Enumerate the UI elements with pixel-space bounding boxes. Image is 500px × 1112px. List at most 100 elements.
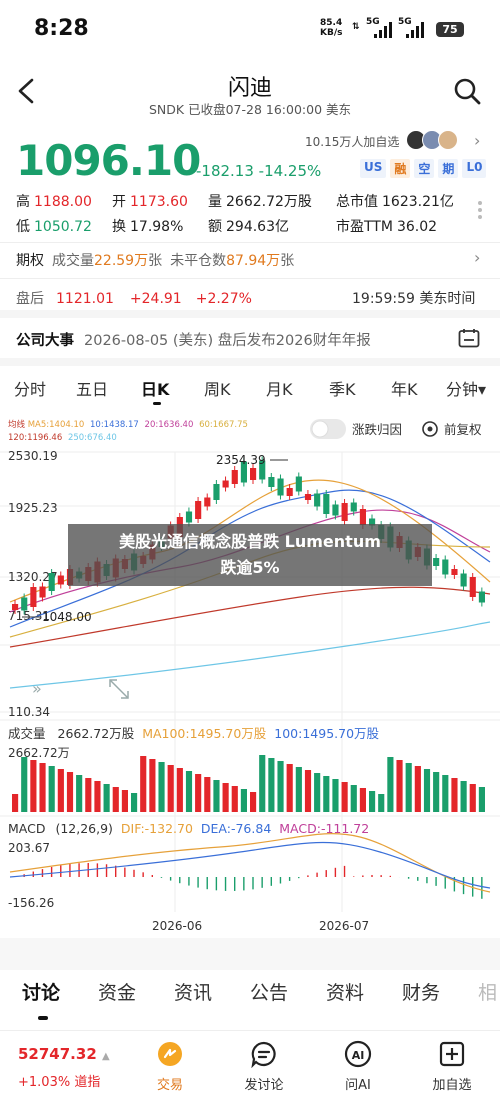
stat-pe: 市盈TTM 36.02	[336, 219, 438, 235]
stat-high: 高 1188.00	[16, 194, 92, 210]
ma60-label: 60:1667.75	[199, 420, 248, 430]
volume-bar	[460, 781, 467, 812]
company-event[interactable]: 公司大事 2026-08-05 (美东) 盘后发布2026财年年报	[16, 329, 371, 350]
stat-volume: 量 2662.72万股	[208, 194, 312, 210]
chevron-right-icon[interactable]: ›	[474, 131, 480, 150]
stat-open: 开 1173.60	[112, 194, 188, 210]
dow-index-value[interactable]: 52747.32 ▲	[18, 1045, 110, 1063]
stat-amount: 额 294.63亿	[208, 219, 289, 235]
volume-bar	[350, 785, 357, 812]
volume-bar	[30, 760, 37, 812]
volume-bar	[469, 784, 476, 812]
volume-bar	[323, 776, 330, 812]
tab-weekly-k[interactable]: 周K	[204, 376, 231, 400]
tab-monthly-k[interactable]: 月K	[266, 376, 293, 400]
stat-low: 低 1050.72	[16, 219, 92, 235]
watcher-avatars[interactable]	[406, 130, 458, 150]
options-summary[interactable]: 期权 成交量22.59万张 未平仓数87.94万张	[16, 250, 294, 270]
stock-tags: US 融 空 期 L0	[360, 159, 487, 178]
candle	[478, 591, 485, 603]
ma5-label: MA5:1404.10	[28, 420, 85, 430]
tab-related[interactable]: 相	[478, 978, 497, 1005]
tab-news[interactable]: 资讯	[174, 978, 212, 1005]
volume-bar	[250, 792, 257, 812]
volume-bar	[57, 769, 64, 812]
news-banner[interactable]: 美股光通信概念股普跌 Lumentum 跌逾5%	[68, 524, 432, 586]
tag-margin: 融	[390, 159, 411, 178]
tab-yearly-k[interactable]: 年K	[391, 376, 418, 400]
volume-bar	[286, 764, 293, 812]
volume-bar	[76, 775, 83, 812]
volume-bar	[359, 788, 366, 812]
candle	[323, 494, 330, 514]
tag-options: 期	[438, 159, 459, 178]
volume-bar	[213, 780, 220, 812]
calendar-icon[interactable]	[458, 328, 480, 348]
macd-bottom-label: -156.26	[8, 896, 54, 910]
volume-bar	[314, 773, 321, 812]
svg-text:AI: AI	[352, 1049, 365, 1062]
search-icon[interactable]	[452, 76, 482, 106]
chevron-right-icon[interactable]: ›	[474, 248, 480, 267]
volume-bar	[295, 767, 302, 812]
volume-bar	[332, 779, 339, 812]
volume-bar	[396, 760, 403, 812]
more-stats-icon[interactable]	[478, 198, 486, 222]
tab-five-day[interactable]: 五日	[76, 376, 108, 400]
y-label-5: 110.34	[8, 705, 50, 719]
discuss-label: 发讨论	[244, 1078, 284, 1093]
volume-bar	[405, 763, 412, 812]
y-label-2: 1925.23	[8, 501, 58, 515]
tab-minute[interactable]: 分钟▾	[446, 376, 486, 400]
volume-bar	[48, 766, 55, 812]
attribution-toggle[interactable]: 涨跌归因	[310, 419, 402, 439]
avatar	[438, 130, 458, 150]
volume-bar	[478, 787, 485, 812]
volume-bar	[240, 789, 247, 812]
tab-financials[interactable]: 财务	[402, 978, 440, 1005]
signal-bars-1-icon	[374, 22, 392, 38]
volume-bar	[433, 772, 440, 812]
candlestick-chart[interactable]: 均线 MA5:1404.10 10:1438.17 20:1636.40 60:…	[0, 412, 500, 937]
ai-icon: AI	[344, 1040, 372, 1068]
trade-button[interactable]: 交易	[138, 1040, 202, 1093]
volume-bar	[85, 778, 92, 812]
volume-bar	[277, 761, 284, 812]
candle	[350, 502, 357, 512]
tab-discussion[interactable]: 讨论	[22, 978, 60, 1005]
volume-bar	[121, 790, 128, 812]
low-label: 1048.00	[42, 610, 92, 624]
tab-timeshare[interactable]: 分时	[14, 376, 46, 400]
ask-ai-button[interactable]: AI 问AI	[326, 1040, 390, 1093]
tab-quarterly-k[interactable]: 季K	[329, 376, 356, 400]
stock-subtitle: SNDK 已收盘07-28 16:00:00 美东	[149, 102, 351, 117]
tab-announcements[interactable]: 公告	[250, 978, 288, 1005]
tag-short: 空	[414, 159, 435, 178]
volume-bar	[158, 762, 165, 812]
trade-label: 交易	[156, 1078, 183, 1093]
collapse-icon[interactable]: »	[32, 679, 42, 698]
tab-profile[interactable]: 资料	[326, 978, 364, 1005]
ma10-label: 10:1438.17	[90, 420, 139, 430]
x-label-1: 2026-06	[152, 919, 202, 933]
y-label-1: 2530.19	[8, 449, 58, 463]
candle	[286, 488, 293, 496]
tab-capital[interactable]: 资金	[98, 978, 136, 1005]
watchers-count[interactable]: 10.15万人加自选	[305, 133, 399, 150]
ai-label: 问AI	[345, 1078, 371, 1093]
volume-bar	[12, 794, 19, 812]
tab-daily-k[interactable]: 日K	[141, 376, 169, 400]
ma20-label: 20:1636.40	[145, 420, 194, 430]
add-watchlist-button[interactable]: 加自选	[420, 1040, 484, 1093]
candle	[341, 503, 348, 521]
svg-text:120:1196.46 250:676.40: 120:1196.46 250:676.40	[8, 433, 117, 443]
candle	[314, 493, 321, 507]
macd-legend: MACD (12,26,9) DIF:-132.70 DEA:-76.84 MA…	[8, 821, 369, 836]
tag-us: US	[360, 159, 387, 178]
stat-turnover: 换 17.98%	[112, 219, 184, 235]
volume-bar	[66, 772, 74, 812]
post-discussion-button[interactable]: 发讨论	[232, 1040, 296, 1093]
candle	[213, 484, 220, 500]
volume-bar	[304, 770, 312, 812]
volume-bar	[341, 782, 348, 812]
